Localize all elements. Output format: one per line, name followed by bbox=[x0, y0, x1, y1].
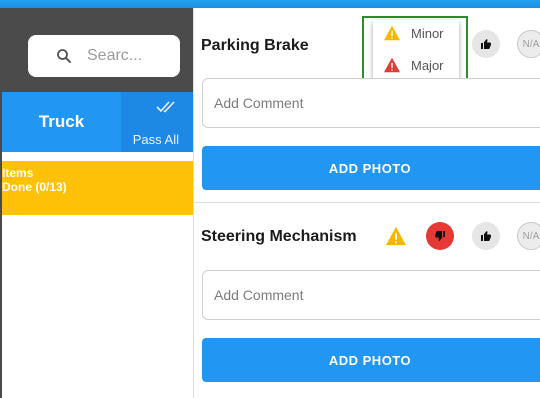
items-label: Items bbox=[2, 166, 34, 180]
item-title-steering-mechanism: Steering Mechanism bbox=[201, 228, 357, 245]
pass-button[interactable] bbox=[472, 222, 500, 250]
items-done-count: Done (0/13) bbox=[2, 180, 67, 194]
pass-all-label: Pass All bbox=[132, 132, 179, 147]
warning-triangle-amber-icon bbox=[384, 25, 400, 41]
add-photo-button[interactable]: ADD PHOTO bbox=[202, 146, 540, 190]
pass-button[interactable] bbox=[472, 30, 500, 58]
inspection-panel: Parking Brake N/A Minor Major Add Commen… bbox=[193, 8, 540, 398]
vehicle-tab-row: Truck Pass All bbox=[2, 92, 193, 152]
search-input[interactable]: Searc... bbox=[28, 35, 180, 77]
search-placeholder: Searc... bbox=[87, 47, 143, 64]
search-icon bbox=[57, 49, 71, 63]
sidebar: Searc... Truck Pass All Items Done (0/13… bbox=[0, 8, 193, 398]
search-area: Searc... bbox=[2, 8, 193, 92]
thumbs-up-icon bbox=[481, 39, 491, 49]
warning-triangle-red-icon bbox=[384, 57, 400, 73]
fail-button[interactable] bbox=[426, 222, 454, 250]
top-app-bar bbox=[0, 0, 540, 8]
items-category[interactable]: Items Done (0/13) bbox=[2, 161, 193, 215]
item-divider bbox=[193, 202, 540, 203]
tab-truck[interactable]: Truck bbox=[2, 92, 121, 152]
thumbs-up-icon bbox=[481, 231, 491, 241]
defect-severity-menu: Minor Major bbox=[373, 20, 459, 84]
thumbs-down-icon bbox=[435, 231, 445, 241]
pass-all-button[interactable]: Pass All bbox=[121, 92, 193, 152]
major-label: Major bbox=[411, 57, 444, 73]
comment-field[interactable]: Add Comment bbox=[202, 270, 540, 320]
na-button[interactable]: N/A bbox=[517, 222, 540, 250]
panel-divider bbox=[193, 8, 194, 398]
item-title-parking-brake: Parking Brake bbox=[201, 37, 309, 54]
add-photo-button[interactable]: ADD PHOTO bbox=[202, 338, 540, 382]
minor-option[interactable]: Minor bbox=[373, 20, 459, 46]
na-button[interactable]: N/A bbox=[517, 30, 540, 58]
warning-triangle-amber-icon[interactable] bbox=[385, 226, 407, 246]
double-check-icon bbox=[156, 101, 175, 113]
minor-label: Minor bbox=[411, 25, 444, 41]
comment-field[interactable]: Add Comment bbox=[202, 78, 540, 128]
major-option[interactable]: Major bbox=[373, 52, 459, 78]
